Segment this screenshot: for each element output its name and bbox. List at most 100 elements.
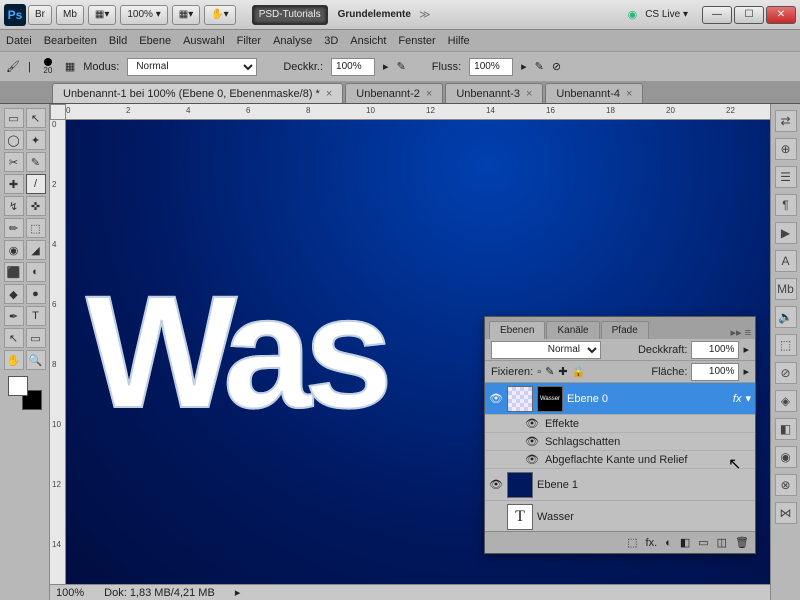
tool-3[interactable]: ✦ bbox=[26, 130, 46, 150]
layer-footer-icon-3[interactable]: ◧ bbox=[680, 536, 690, 549]
workspace-name[interactable]: Grundelemente bbox=[332, 5, 417, 25]
dock-icon-5[interactable]: A bbox=[775, 250, 797, 272]
layer-footer-icon-2[interactable]: ◐ bbox=[665, 537, 672, 549]
tool-1[interactable]: ↖ bbox=[26, 108, 46, 128]
lock-brush-icon[interactable]: ✎ bbox=[545, 365, 554, 378]
tool-12[interactable]: ◉ bbox=[4, 240, 24, 260]
tool-16[interactable]: ◆ bbox=[4, 284, 24, 304]
layer-footer-icon-5[interactable]: ◫ bbox=[717, 536, 727, 549]
tool-4[interactable]: ✂ bbox=[4, 152, 24, 172]
foreground-color[interactable] bbox=[8, 376, 28, 396]
airbrush-icon[interactable]: ✎ bbox=[535, 60, 544, 73]
layer-footer-icon-4[interactable]: ▭ bbox=[698, 536, 708, 549]
menu-auswahl[interactable]: Auswahl bbox=[183, 35, 225, 47]
layer-footer-icon-6[interactable]: 🗑 bbox=[735, 536, 749, 549]
visibility-icon[interactable]: 👁 bbox=[489, 392, 503, 405]
visibility-icon[interactable]: 👁 bbox=[489, 478, 503, 491]
flow-field[interactable] bbox=[469, 58, 513, 76]
zoom-status[interactable]: 100% bbox=[56, 587, 84, 599]
tool-5[interactable]: ✎ bbox=[26, 152, 46, 172]
layer-ebene-1[interactable]: 👁 Ebene 1 bbox=[485, 469, 755, 501]
lock-position-icon[interactable]: ✚ bbox=[558, 365, 567, 378]
dock-icon-10[interactable]: ◈ bbox=[775, 390, 797, 412]
menu-ansicht[interactable]: Ansicht bbox=[350, 35, 386, 47]
tool-22[interactable]: ✋ bbox=[4, 350, 24, 370]
close-button[interactable]: ✕ bbox=[766, 6, 796, 24]
brush-panel-icon[interactable]: ▦ bbox=[65, 60, 75, 73]
layer-footer-icon-0[interactable]: ⬚ bbox=[627, 536, 637, 549]
tool-7[interactable]: / bbox=[26, 174, 46, 194]
tablet-size-icon[interactable]: ⊘ bbox=[552, 60, 561, 73]
dock-icon-14[interactable]: ⋈ bbox=[775, 502, 797, 524]
doc-size-status[interactable]: Dok: 1,83 MB/4,21 MB bbox=[104, 587, 215, 599]
close-icon[interactable]: × bbox=[326, 88, 332, 100]
layer-ebene-0[interactable]: 👁 Wasser Ebene 0 fx▾ bbox=[485, 383, 755, 415]
tool-15[interactable]: ◐ bbox=[26, 262, 46, 282]
dock-icon-1[interactable]: ⊕ bbox=[775, 138, 797, 160]
effect-schlagschatten[interactable]: 👁Schlagschatten bbox=[485, 433, 755, 451]
workspace-dark-button[interactable]: PSD-Tutorials bbox=[252, 5, 328, 25]
doc-tab-3[interactable]: Unbenannt-3× bbox=[445, 83, 543, 103]
tool-13[interactable]: ◢ bbox=[26, 240, 46, 260]
tool-8[interactable]: ↯ bbox=[4, 196, 24, 216]
blend-mode-select[interactable]: Normal bbox=[127, 58, 257, 76]
layer-name[interactable]: Wasser bbox=[537, 511, 574, 523]
effects-header[interactable]: 👁Effekte bbox=[485, 415, 755, 433]
tool-14[interactable]: ⬛ bbox=[4, 262, 24, 282]
layer-opacity-field[interactable] bbox=[691, 341, 739, 359]
dock-icon-6[interactable]: Mb bbox=[775, 278, 797, 300]
ruler-horizontal[interactable]: 0246810121416182022 bbox=[66, 104, 770, 120]
dock-icon-7[interactable]: 🔉 bbox=[775, 306, 797, 328]
close-icon[interactable]: × bbox=[626, 88, 632, 100]
bridge-button[interactable]: Br bbox=[28, 5, 52, 25]
menu-bild[interactable]: Bild bbox=[109, 35, 127, 47]
tool-23[interactable]: 🔍 bbox=[26, 350, 46, 370]
doc-tab-1[interactable]: Unbenannt-1 bei 100% (Ebene 0, Ebenenmas… bbox=[52, 83, 343, 103]
tablet-opacity-icon[interactable]: ✎ bbox=[397, 60, 406, 73]
fx-badge[interactable]: fx bbox=[733, 393, 742, 405]
tool-11[interactable]: ⬚ bbox=[26, 218, 46, 238]
dock-icon-2[interactable]: ☰ bbox=[775, 166, 797, 188]
screen-mode-button[interactable]: ▦▾ bbox=[172, 5, 200, 25]
tool-6[interactable]: ✚ bbox=[4, 174, 24, 194]
lock-all-icon[interactable]: 🔒 bbox=[572, 365, 586, 378]
zoom-level-button[interactable]: 100% ▾ bbox=[120, 5, 167, 25]
menu-analyse[interactable]: Analyse bbox=[273, 35, 312, 47]
tool-2[interactable]: ◯ bbox=[4, 130, 24, 150]
layer-footer-icon-1[interactable]: fx. bbox=[646, 537, 658, 549]
tool-9[interactable]: ✜ bbox=[26, 196, 46, 216]
tool-19[interactable]: T bbox=[26, 306, 46, 326]
tab-ebenen[interactable]: Ebenen bbox=[489, 321, 545, 339]
text-layer-thumbnail[interactable]: T bbox=[507, 504, 533, 530]
layer-thumbnail[interactable] bbox=[507, 386, 533, 412]
dock-icon-8[interactable]: ⬚ bbox=[775, 334, 797, 356]
layer-name[interactable]: Ebene 1 bbox=[537, 479, 578, 491]
close-icon[interactable]: × bbox=[526, 88, 532, 100]
lock-transparency-icon[interactable]: ▫ bbox=[537, 366, 541, 378]
tool-20[interactable]: ↖ bbox=[4, 328, 24, 348]
dock-icon-9[interactable]: ⊘ bbox=[775, 362, 797, 384]
dock-icon-4[interactable]: ▶ bbox=[775, 222, 797, 244]
menu-filter[interactable]: Filter bbox=[237, 35, 261, 47]
panel-menu-icon[interactable]: ▸▸ ≡ bbox=[726, 326, 755, 339]
menu-datei[interactable]: Datei bbox=[6, 35, 32, 47]
mask-thumbnail[interactable]: Wasser bbox=[537, 386, 563, 412]
dock-icon-11[interactable]: ◧ bbox=[775, 418, 797, 440]
tool-21[interactable]: ▭ bbox=[26, 328, 46, 348]
layer-thumbnail[interactable] bbox=[507, 472, 533, 498]
menu-fenster[interactable]: Fenster bbox=[398, 35, 435, 47]
tab-pfade[interactable]: Pfade bbox=[601, 321, 649, 339]
dock-icon-12[interactable]: ◉ bbox=[775, 446, 797, 468]
tool-0[interactable]: ▭ bbox=[4, 108, 24, 128]
tool-17[interactable]: ● bbox=[26, 284, 46, 304]
dock-icon-0[interactable]: ⇄ bbox=[775, 110, 797, 132]
brush-preset-picker[interactable]: 20 bbox=[39, 58, 57, 76]
tool-10[interactable]: ✏ bbox=[4, 218, 24, 238]
layer-fill-field[interactable] bbox=[691, 363, 739, 381]
opacity-field[interactable] bbox=[331, 58, 375, 76]
ruler-vertical[interactable]: 02468101214 bbox=[50, 120, 66, 584]
color-swatches[interactable] bbox=[8, 376, 42, 410]
menu-ebene[interactable]: Ebene bbox=[139, 35, 171, 47]
arrange-button[interactable]: ▦▾ bbox=[88, 5, 116, 25]
close-icon[interactable]: × bbox=[426, 88, 432, 100]
